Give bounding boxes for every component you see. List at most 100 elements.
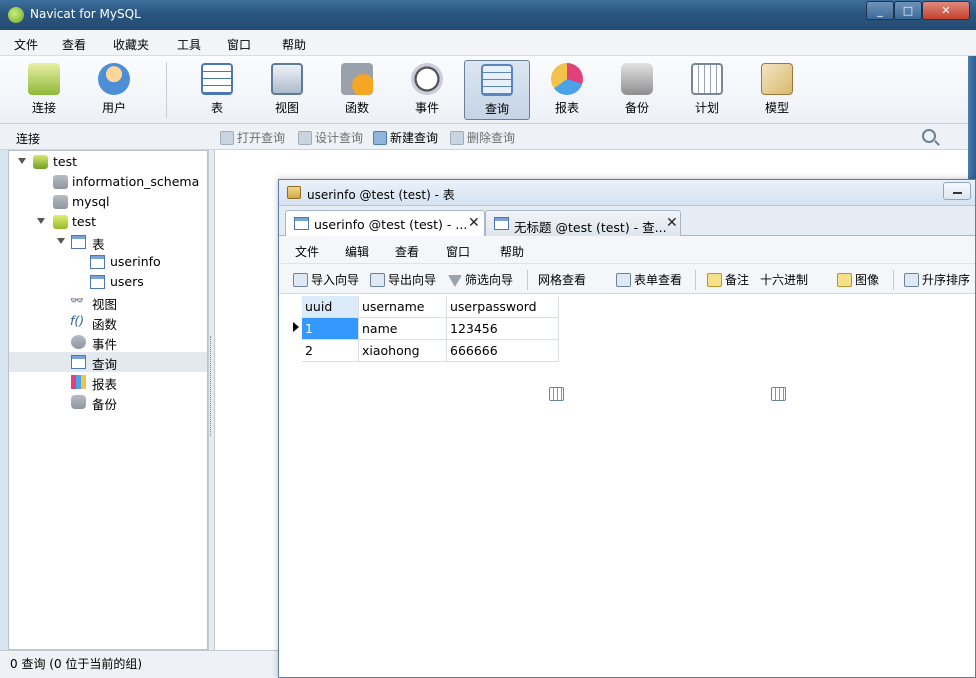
function-icon — [341, 63, 373, 95]
tab-untitled-query[interactable]: 无标题 @test (test) - 查... ✕ — [485, 210, 681, 236]
backups-folder-icon — [71, 395, 86, 409]
sort-ascending-button[interactable]: 升序排序 — [904, 271, 970, 288]
tool-label: 筛选向导 — [465, 273, 514, 287]
child-menu-file[interactable]: 文件 — [295, 243, 319, 260]
menu-tools[interactable]: 工具 — [177, 36, 201, 53]
tool-label: 十六进制 — [760, 273, 809, 287]
tree-node-tables[interactable]: 表 — [9, 232, 207, 252]
tree-node-information-schema[interactable]: information_schema — [9, 172, 207, 192]
menu-view[interactable]: 查看 — [62, 36, 86, 53]
tool-label: 图像 — [855, 273, 880, 287]
open-query-button[interactable]: 打开查询 — [220, 129, 285, 146]
functions-folder-icon: f() — [70, 313, 85, 328]
child-menu-edit[interactable]: 编辑 — [345, 243, 369, 260]
view-icon — [271, 63, 303, 95]
toolbar-user-button[interactable]: 用户 — [81, 60, 147, 120]
toolbar-backup-button[interactable]: 备份 — [604, 60, 670, 120]
minimize-button[interactable]: _ — [866, 1, 894, 20]
tree-node-users[interactable]: users — [9, 272, 207, 292]
tree-node-reports[interactable]: 报表 — [9, 372, 207, 392]
design-query-button[interactable]: 设计查询 — [298, 129, 363, 146]
column-header-userpassword[interactable]: userpassword — [447, 296, 559, 318]
child-menu-bar: 文件 编辑 查看 窗口 帮助 — [279, 236, 975, 264]
tree-node-events[interactable]: 事件 — [9, 332, 207, 352]
child-menu-window[interactable]: 窗口 — [446, 243, 470, 260]
form-view-button[interactable]: 表单查看 — [616, 271, 682, 288]
tree-node-queries[interactable]: 查询 — [9, 352, 207, 372]
grid-cell[interactable]: 1 — [302, 318, 359, 340]
navicat-logo-icon — [8, 7, 24, 23]
filter-wizard-button[interactable]: 筛选向导 — [448, 271, 513, 288]
new-query-button[interactable]: 新建查询 — [373, 129, 438, 146]
schedule-icon — [691, 63, 723, 95]
tree-node-userinfo[interactable]: userinfo — [9, 252, 207, 272]
close-tab-icon[interactable]: ✕ — [468, 215, 480, 231]
child-toolbar: 导入向导 导出向导 筛选向导 网格查看 表单查看 备注 十六进制 图像 升序排序 — [279, 264, 975, 401]
menu-window[interactable]: 窗口 — [227, 36, 251, 53]
export-wizard-button[interactable]: 导出向导 — [370, 271, 436, 288]
section-label: 连接 — [16, 132, 41, 146]
splitter-grip[interactable] — [210, 336, 213, 436]
views-folder-icon: 👓 — [70, 294, 84, 307]
child-menu-help[interactable]: 帮助 — [500, 243, 524, 260]
toolbar-view-button[interactable]: 视图 — [254, 60, 320, 120]
child-menu-view[interactable]: 查看 — [395, 243, 419, 260]
tree-node-label: users — [110, 274, 144, 289]
memo-button[interactable]: 备注 — [707, 271, 749, 288]
grid-cell[interactable]: xiaohong — [359, 340, 447, 362]
toolbar-model-button[interactable]: 模型 — [744, 60, 810, 120]
tree-node-label: 函数 — [92, 317, 118, 332]
toolbar-function-button[interactable]: 函数 — [324, 60, 390, 120]
column-header-username[interactable]: username — [359, 296, 447, 318]
close-button[interactable]: ✕ — [922, 1, 970, 20]
menu-favorites[interactable]: 收藏夹 — [113, 36, 149, 53]
expand-arrow-icon[interactable] — [18, 158, 26, 164]
delete-query-button[interactable]: 删除查询 — [450, 129, 515, 146]
tree-node-database-test[interactable]: test — [9, 212, 207, 232]
grid-cell[interactable]: 666666 — [447, 340, 559, 362]
child-minimize-button[interactable] — [943, 182, 971, 200]
tree-node-label: mysql — [72, 194, 110, 209]
tree-node-label: test — [53, 154, 78, 169]
import-icon — [293, 273, 308, 287]
toolbar-table-button[interactable]: 表 — [184, 60, 250, 120]
toolbar-event-button[interactable]: 事件 — [394, 60, 460, 120]
object-toolbar: 连接 打开查询 设计查询 新建查询 删除查询 — [0, 124, 968, 150]
import-wizard-button[interactable]: 导入向导 — [293, 271, 359, 288]
child-title-bar: userinfo @test (test) - 表 — [279, 180, 975, 206]
menu-help[interactable]: 帮助 — [282, 36, 306, 53]
tree-node-functions[interactable]: f() 函数 — [9, 312, 207, 332]
close-tab-icon[interactable]: ✕ — [666, 215, 678, 231]
toolbar-connection-button[interactable]: 连接 — [11, 60, 77, 120]
column-header-uuid[interactable]: uuid — [302, 296, 359, 318]
toolbar-report-button[interactable]: 报表 — [534, 60, 600, 120]
expand-arrow-icon[interactable] — [57, 238, 65, 244]
grid-cell[interactable]: 2 — [302, 340, 359, 362]
toolbar-label: 查询 — [484, 102, 509, 116]
action-label: 新建查询 — [390, 131, 439, 145]
search-icon[interactable] — [922, 129, 936, 143]
user-icon — [98, 63, 130, 95]
toolbar-label: 计划 — [694, 101, 719, 115]
tree-node-backups[interactable]: 备份 — [9, 392, 207, 412]
grid-cell[interactable]: name — [359, 318, 447, 340]
toolbar-label: 模型 — [764, 101, 789, 115]
toolbar-schedule-button[interactable]: 计划 — [674, 60, 740, 120]
filter-icon — [448, 275, 462, 287]
hex-button[interactable]: 十六进制 — [760, 271, 809, 401]
tree-node-connection-test[interactable]: test — [9, 152, 207, 172]
queries-folder-icon — [71, 355, 86, 369]
expand-arrow-icon[interactable] — [37, 218, 45, 224]
tab-userinfo[interactable]: userinfo @test (test) - ... ✕ — [285, 210, 485, 237]
grid-view-button[interactable]: 网格查看 — [538, 271, 586, 401]
tree-node-mysql[interactable]: mysql — [9, 192, 207, 212]
menu-file[interactable]: 文件 — [14, 36, 38, 53]
toolbar-query-button[interactable]: 查询 — [464, 60, 530, 120]
maximize-button[interactable]: □ — [894, 1, 922, 20]
grid-cell[interactable]: 123456 — [447, 318, 559, 340]
table-icon — [90, 275, 105, 289]
image-button[interactable]: 图像 — [837, 271, 879, 288]
menu-bar: 文件 查看 收藏夹 工具 窗口 帮助 — [0, 30, 976, 56]
title-bar: Navicat for MySQL _ □ ✕ — [0, 0, 976, 30]
tree-node-views[interactable]: 👓 视图 — [9, 292, 207, 312]
